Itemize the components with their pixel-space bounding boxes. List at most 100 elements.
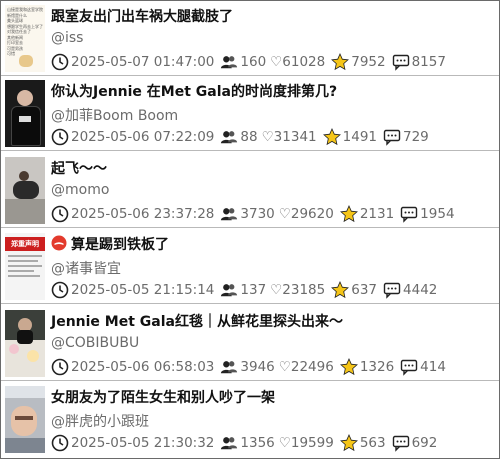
- view-count: 3730: [240, 206, 275, 222]
- view-count: 88: [240, 129, 258, 145]
- comment-count: 729: [403, 129, 429, 145]
- post-meta: 2025-05-06 23:37:28 3730 ♡29620 2131 195…: [51, 205, 455, 223]
- people-icon: [221, 437, 238, 450]
- post-time: 2025-05-05 21:30:32: [71, 435, 215, 451]
- view-count: 160: [240, 54, 267, 70]
- post-author[interactable]: @momo: [51, 182, 109, 198]
- thumb-text-line: [8, 265, 42, 267]
- clock-icon: [51, 434, 69, 452]
- thumb-text-line: [8, 260, 38, 262]
- thumb-figure: [11, 106, 41, 146]
- comment-icon[interactable]: [400, 358, 418, 376]
- people-icon: [221, 361, 238, 374]
- thumb-figure: [19, 171, 29, 181]
- post-meta: 2025-05-07 01:47:00 160 ♡61028 7952 8157: [51, 53, 446, 71]
- post-thumbnail[interactable]: [5, 386, 45, 453]
- thumb-figure: [19, 116, 31, 122]
- comment-icon[interactable]: [383, 128, 401, 146]
- post-title[interactable]: 起飞～～: [51, 158, 107, 178]
- post-thumbnail[interactable]: 山接是我和这室学院 新馆是什么 美头篮球 想跟学生再去上学了 对我信任去了 其他…: [5, 5, 45, 72]
- post-title-text: 算是踢到铁板了: [71, 237, 169, 253]
- comment-icon[interactable]: [383, 281, 401, 299]
- post-author[interactable]: @COBIBUBU: [51, 335, 139, 351]
- star-icon[interactable]: [339, 434, 358, 452]
- thumb-figure: [5, 199, 45, 224]
- view-count: 137: [240, 282, 267, 298]
- people-icon: [221, 56, 238, 69]
- thumb-text-line: [8, 270, 34, 272]
- star-count: 7952: [351, 54, 386, 70]
- people-icon: [221, 208, 238, 221]
- view-count: 1356: [240, 435, 275, 451]
- post-thumbnail[interactable]: [5, 80, 45, 147]
- post-item[interactable]: 郑重声明 算是踢到铁板了 @诸事皆宜 2025-05-05 21:15:14 1…: [1, 229, 499, 304]
- thumb-text-line: [8, 275, 40, 277]
- thumb-figure: [15, 416, 33, 420]
- post-time: 2025-05-06 23:37:28: [71, 206, 215, 222]
- post-item[interactable]: Jennie Met Gala红毯｜从鲜花里探头出来～ @COBIBUBU 20…: [1, 306, 499, 381]
- thumb-figure: [13, 181, 39, 199]
- thumb-figure: [17, 90, 33, 106]
- star-count: 1326: [359, 359, 395, 375]
- people-icon: [221, 131, 238, 144]
- post-item[interactable]: 女朋友为了陌生女生和别人吵了一架 @胖虎的小跟班 2025-05-05 21:3…: [1, 382, 499, 457]
- post-title[interactable]: Jennie Met Gala红毯｜从鲜花里探头出来～: [51, 311, 343, 331]
- thumb-figure: [11, 406, 37, 436]
- post-item[interactable]: 你认为Jennie 在Met Gala的时尚度排第几? @加菲Boom Boom…: [1, 76, 499, 151]
- star-icon[interactable]: [331, 53, 350, 71]
- post-thumbnail[interactable]: 郑重声明: [5, 233, 45, 300]
- post-thumbnail[interactable]: [5, 157, 45, 224]
- like-count[interactable]: ♡22496: [279, 359, 334, 375]
- like-count[interactable]: ♡29620: [279, 206, 334, 222]
- like-count[interactable]: ♡19599: [279, 435, 334, 451]
- comment-count: 8157: [411, 54, 446, 70]
- post-author[interactable]: @加菲Boom Boom: [51, 105, 178, 125]
- people-icon: [221, 284, 238, 297]
- thumb-text-line: [8, 255, 42, 257]
- star-count: 1491: [342, 129, 377, 145]
- thumb-figure: [5, 386, 45, 398]
- post-time: 2025-05-07 01:47:00: [71, 54, 215, 70]
- post-meta: 2025-05-05 21:15:14 137 ♡23185 637 4442: [51, 281, 437, 299]
- post-author[interactable]: @胖虎的小跟班: [51, 411, 149, 431]
- comment-icon[interactable]: [400, 205, 418, 223]
- feed-list: 山接是我和这室学院 新馆是什么 美头篮球 想跟学生再去上学了 对我信任去了 其他…: [0, 0, 500, 459]
- star-count: 563: [359, 435, 386, 451]
- post-meta: 2025-05-05 21:30:32 1356 ♡19599 563 692: [51, 434, 437, 452]
- star-icon[interactable]: [322, 128, 341, 146]
- post-thumbnail[interactable]: [5, 310, 45, 377]
- comment-count: 414: [420, 359, 446, 375]
- post-item[interactable]: 起飞～～ @momo 2025-05-06 23:37:28 3730 ♡296…: [1, 153, 499, 228]
- view-count: 3946: [240, 359, 275, 375]
- clock-icon: [51, 281, 69, 299]
- clock-icon: [51, 358, 69, 376]
- post-author[interactable]: @诸事皆宜: [51, 258, 121, 278]
- thumb-figure: [9, 344, 19, 354]
- comment-icon[interactable]: [392, 434, 410, 452]
- comment-icon[interactable]: [392, 53, 410, 71]
- star-icon[interactable]: [339, 358, 358, 376]
- post-title[interactable]: 跟室友出门出车祸大腿截肢了: [51, 6, 233, 26]
- post-title[interactable]: 女朋友为了陌生女生和别人吵了一架: [51, 387, 275, 407]
- star-icon[interactable]: [331, 281, 350, 299]
- post-title[interactable]: 算是踢到铁板了: [51, 234, 169, 254]
- post-item[interactable]: 山接是我和这室学院 新馆是什么 美头篮球 想跟学生再去上学了 对我信任去了 其他…: [1, 1, 499, 76]
- clock-icon: [51, 128, 69, 146]
- thumb-figure: [5, 438, 45, 453]
- like-count[interactable]: ♡23185: [270, 282, 325, 298]
- comment-count: 4442: [403, 282, 438, 298]
- post-time: 2025-05-06 06:58:03: [71, 359, 215, 375]
- clock-icon: [51, 53, 69, 71]
- clock-icon: [51, 205, 69, 223]
- post-title[interactable]: 你认为Jennie 在Met Gala的时尚度排第几?: [51, 81, 337, 101]
- star-icon[interactable]: [339, 205, 358, 223]
- like-count[interactable]: ♡31341: [262, 129, 317, 145]
- post-time: 2025-05-05 21:15:14: [71, 282, 215, 298]
- post-author[interactable]: @iss: [51, 30, 83, 46]
- post-time: 2025-05-06 07:22:09: [71, 129, 215, 145]
- thumb-figure: [27, 350, 39, 362]
- post-meta: 2025-05-06 07:22:09 88 ♡31341 1491 729: [51, 128, 429, 146]
- thumb-banner: 郑重声明: [5, 237, 45, 251]
- comment-count: 692: [411, 435, 438, 451]
- like-count[interactable]: ♡61028: [270, 54, 325, 70]
